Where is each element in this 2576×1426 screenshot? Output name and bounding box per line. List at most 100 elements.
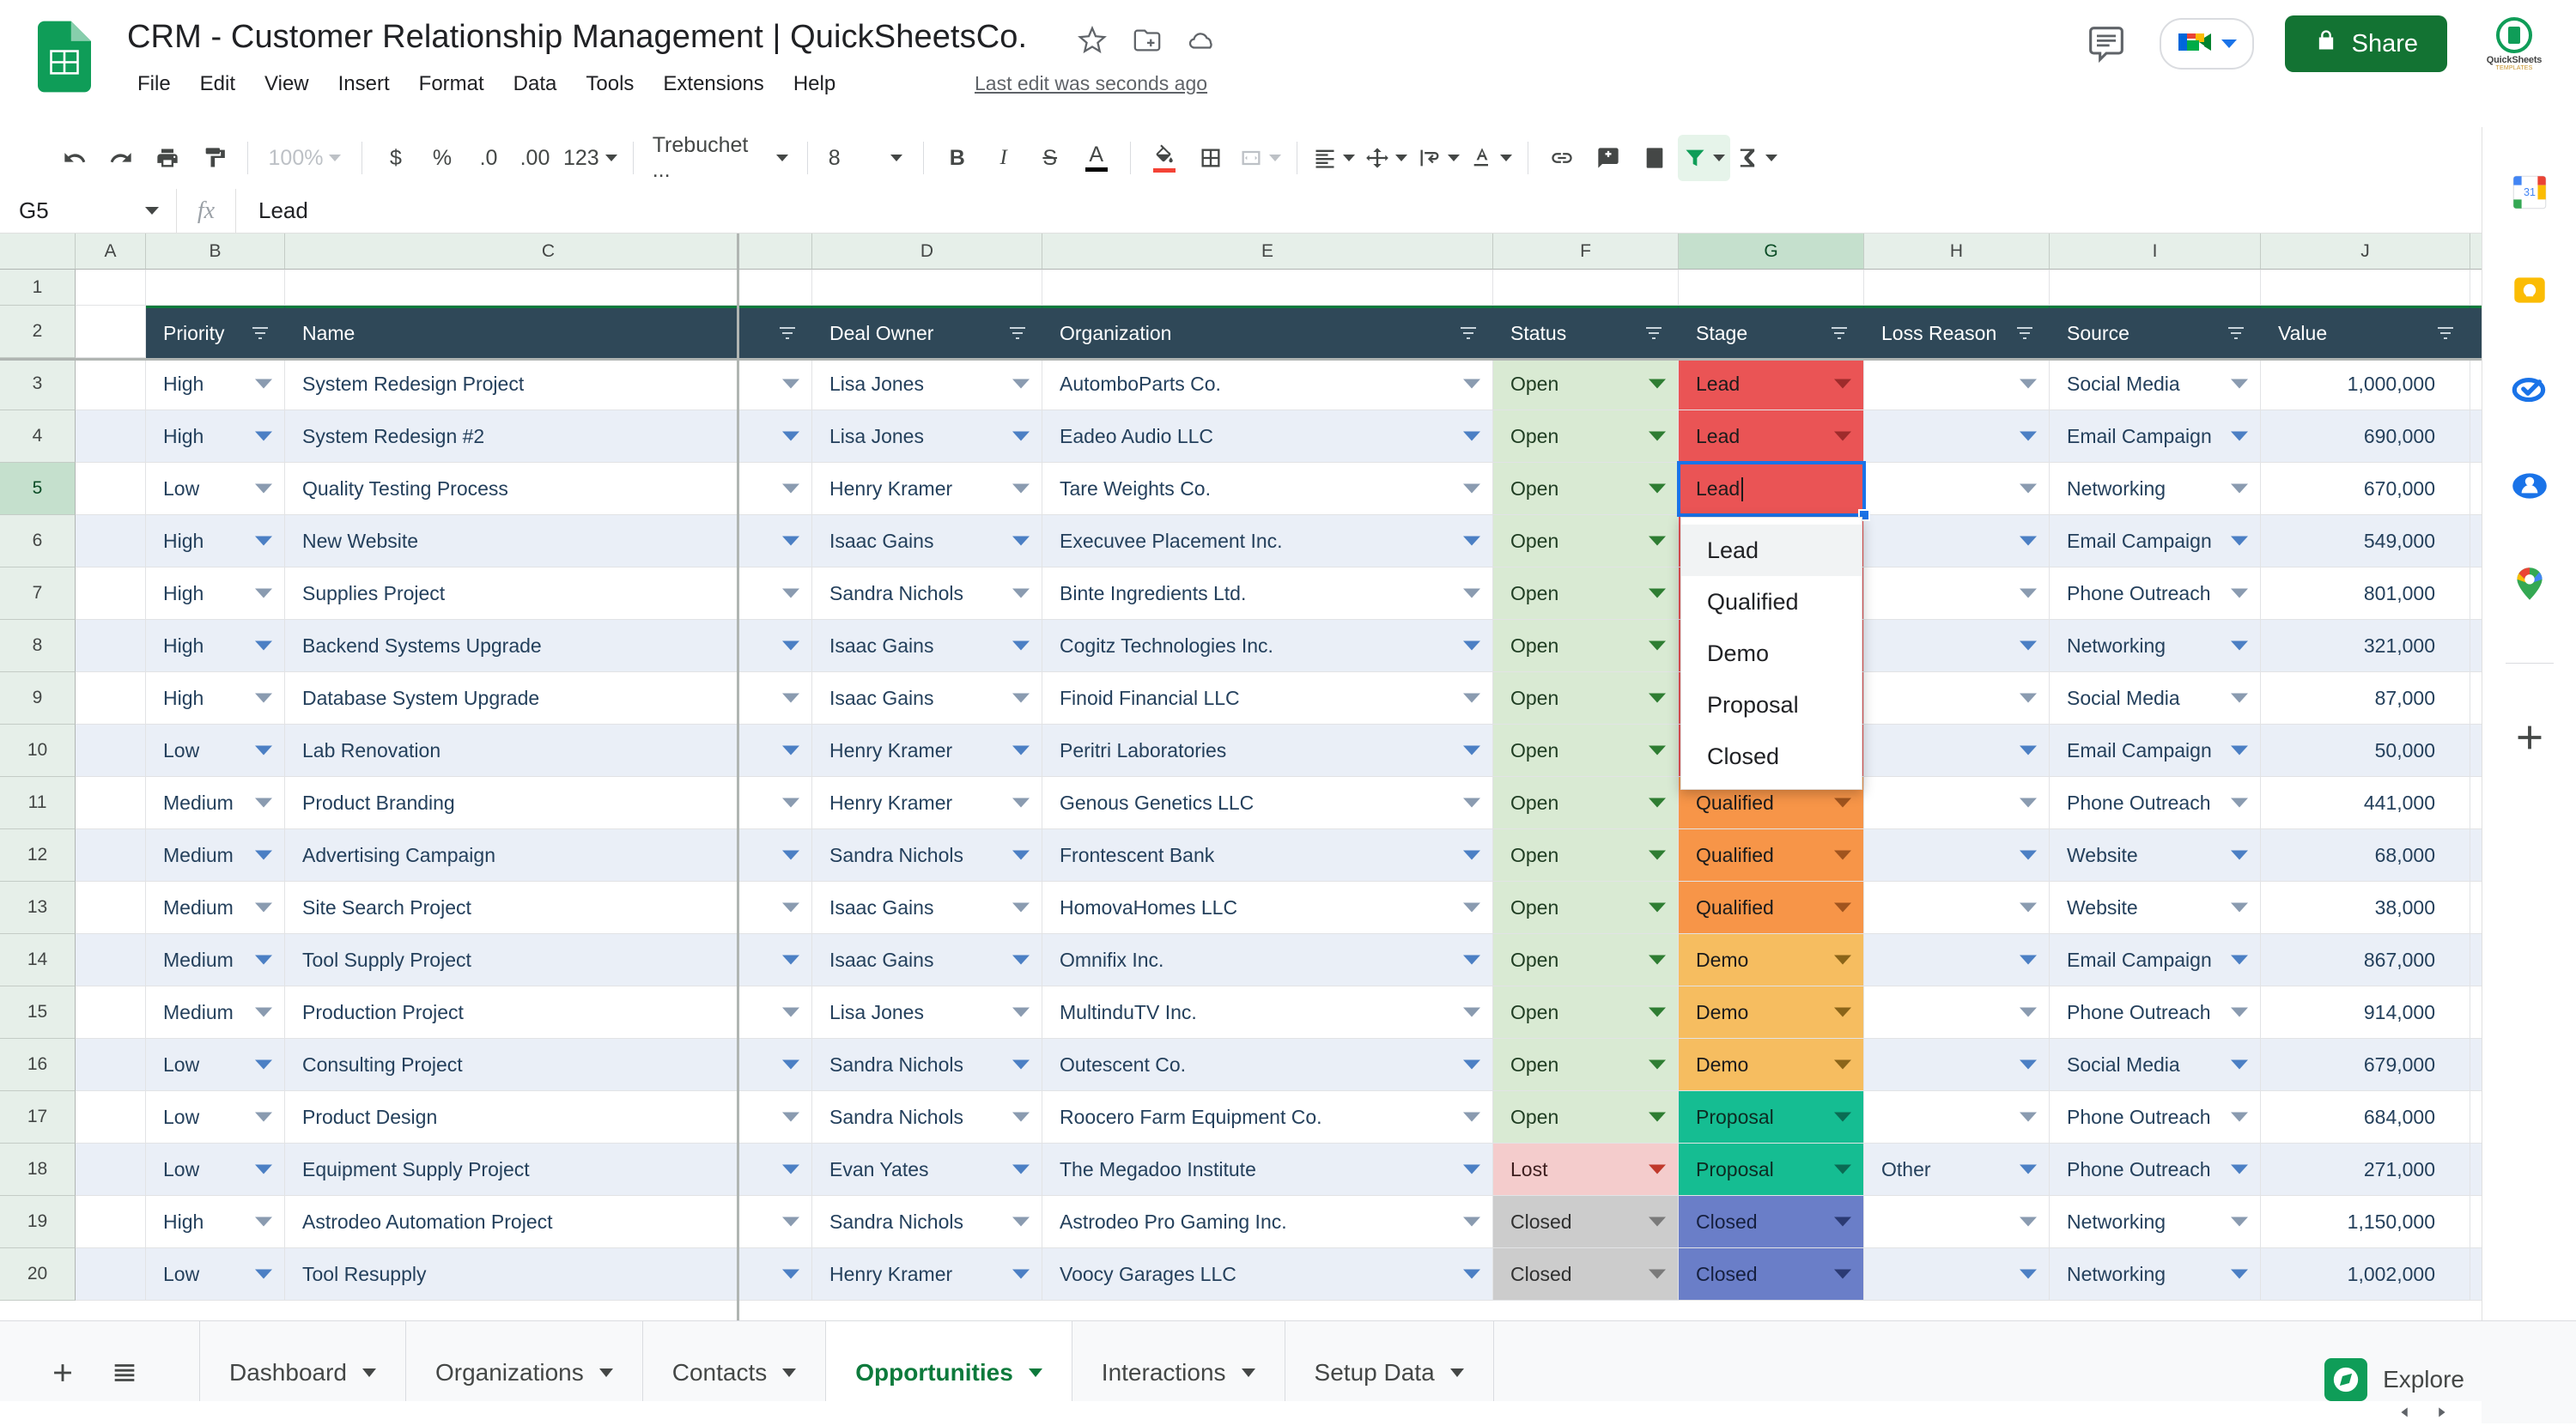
cell-empty[interactable] xyxy=(76,358,146,410)
cell-dropdown-arrow-icon[interactable] xyxy=(2020,432,2037,441)
cell-dropdown-arrow-icon[interactable] xyxy=(1649,1060,1666,1070)
cell-probability[interactable] xyxy=(2470,1091,2482,1144)
cell-dropdown-arrow-icon[interactable] xyxy=(782,903,799,913)
cell-loss-reason[interactable] xyxy=(1864,882,2050,934)
cell-dropdown-arrow-icon[interactable] xyxy=(1834,1008,1851,1017)
cell-status[interactable]: Open xyxy=(1493,777,1679,829)
cell-source[interactable]: Networking xyxy=(2050,620,2261,672)
menu-edit[interactable]: Edit xyxy=(185,67,250,101)
cell-loss-reason[interactable] xyxy=(1864,829,2050,882)
cell-dropdown-arrow-icon[interactable] xyxy=(2231,1217,2248,1227)
menu-file[interactable]: File xyxy=(127,67,185,101)
cell-value[interactable]: 684,000 xyxy=(2261,1091,2470,1144)
cell-dropdown-arrow-icon[interactable] xyxy=(782,956,799,965)
cell-empty[interactable] xyxy=(76,934,146,986)
filter-icon[interactable] xyxy=(1829,323,1850,343)
comment-history-icon[interactable] xyxy=(2087,25,2125,63)
cell-dropdown-arrow-icon[interactable] xyxy=(2020,484,2037,494)
cell-organization[interactable]: AutomboParts Co. xyxy=(1042,358,1493,410)
cell-status[interactable]: Open xyxy=(1493,358,1679,410)
cell-name[interactable]: Advertising Campaign xyxy=(285,829,812,882)
cell-stage[interactable]: Demo xyxy=(1679,934,1864,986)
cell-loss-reason[interactable] xyxy=(1864,1039,2050,1091)
cell-value[interactable]: 867,000 xyxy=(2261,934,2470,986)
cell-empty[interactable] xyxy=(76,1248,146,1301)
text-rotation-button[interactable] xyxy=(1465,135,1517,181)
cell-organization[interactable]: Tare Weights Co. xyxy=(1042,463,1493,515)
cell-priority[interactable]: Low xyxy=(146,1039,285,1091)
cell-status[interactable]: Open xyxy=(1493,1091,1679,1144)
currency-format-button[interactable]: $ xyxy=(373,135,419,181)
row-header-14[interactable]: 14 xyxy=(0,934,76,986)
cell-priority[interactable]: High xyxy=(146,358,285,410)
filter-icon[interactable] xyxy=(1007,323,1028,343)
cell-value[interactable]: 1,002,000 xyxy=(2261,1248,2470,1301)
cell-probability[interactable] xyxy=(2470,1039,2482,1091)
cell-organization[interactable]: Roocero Farm Equipment Co. xyxy=(1042,1091,1493,1144)
row-header-13[interactable]: 13 xyxy=(0,882,76,934)
cell-dropdown-arrow-icon[interactable] xyxy=(782,1270,799,1279)
cell-dropdown-arrow-icon[interactable] xyxy=(1012,432,1030,441)
menu-view[interactable]: View xyxy=(250,67,324,101)
cell-dropdown-arrow-icon[interactable] xyxy=(1463,484,1480,494)
cell-dropdown-arrow-icon[interactable] xyxy=(2020,1217,2037,1227)
cell-dropdown-arrow-icon[interactable] xyxy=(1649,1113,1666,1122)
chevron-down-icon[interactable] xyxy=(362,1368,376,1377)
cell-priority[interactable]: High xyxy=(146,620,285,672)
strikethrough-button[interactable]: S xyxy=(1027,135,1073,181)
dropdown-option-proposal[interactable]: Proposal xyxy=(1681,679,1862,731)
cell-dropdown-arrow-icon[interactable] xyxy=(1649,379,1666,389)
cell-dropdown-arrow-icon[interactable] xyxy=(2020,694,2037,703)
cell-dropdown-arrow-icon[interactable] xyxy=(2020,1165,2037,1174)
cell-dropdown-arrow-icon[interactable] xyxy=(1463,1165,1480,1174)
cell-dropdown-arrow-icon[interactable] xyxy=(1463,1217,1480,1227)
cell-dropdown-arrow-icon[interactable] xyxy=(2231,641,2248,651)
chevron-down-icon[interactable] xyxy=(599,1368,613,1377)
cell-organization[interactable]: The Megadoo Institute xyxy=(1042,1144,1493,1196)
italic-button[interactable]: I xyxy=(981,135,1027,181)
cell-empty[interactable] xyxy=(1679,270,1864,306)
cell-organization[interactable]: Binte Ingredients Ltd. xyxy=(1042,567,1493,620)
cell-dropdown-arrow-icon[interactable] xyxy=(1649,903,1666,913)
cell-source[interactable]: Social Media xyxy=(2050,672,2261,725)
row-header-20[interactable]: 20 xyxy=(0,1248,76,1301)
cell-name[interactable]: Astrodeo Automation Project xyxy=(285,1196,812,1248)
cell-dropdown-arrow-icon[interactable] xyxy=(1012,851,1030,860)
cell-priority[interactable]: Low xyxy=(146,463,285,515)
column-header-I[interactable]: I xyxy=(2050,234,2261,270)
cell-status[interactable]: Open xyxy=(1493,934,1679,986)
cell-name[interactable]: Quality Testing Process xyxy=(285,463,812,515)
cell-dropdown-arrow-icon[interactable] xyxy=(1649,537,1666,546)
cell-stage[interactable]: Closed xyxy=(1679,1196,1864,1248)
cell-dropdown-arrow-icon[interactable] xyxy=(2231,956,2248,965)
cell-dropdown-arrow-icon[interactable] xyxy=(1463,641,1480,651)
cell-dropdown-arrow-icon[interactable] xyxy=(2231,537,2248,546)
cell-empty[interactable] xyxy=(76,777,146,829)
cell-value[interactable]: 50,000 xyxy=(2261,725,2470,777)
select-all-corner[interactable] xyxy=(0,234,76,270)
cell-dropdown-arrow-icon[interactable] xyxy=(1834,432,1851,441)
filter-icon[interactable] xyxy=(250,323,270,343)
column-header-G[interactable]: G xyxy=(1679,234,1864,270)
cell-dropdown-arrow-icon[interactable] xyxy=(1463,1270,1480,1279)
menu-format[interactable]: Format xyxy=(404,67,499,101)
cell-dropdown-arrow-icon[interactable] xyxy=(1834,956,1851,965)
cell-dropdown-arrow-icon[interactable] xyxy=(255,1060,272,1070)
cell-value[interactable]: 1,000,000 xyxy=(2261,358,2470,410)
cell-dropdown-arrow-icon[interactable] xyxy=(1012,1113,1030,1122)
star-icon[interactable] xyxy=(1078,26,1107,55)
cell-dropdown-arrow-icon[interactable] xyxy=(782,484,799,494)
cell-empty[interactable] xyxy=(2050,270,2261,306)
cell-empty[interactable] xyxy=(76,270,146,306)
cell-dropdown-arrow-icon[interactable] xyxy=(1463,432,1480,441)
cell-empty[interactable] xyxy=(1042,270,1493,306)
column-header-B[interactable]: B xyxy=(146,234,285,270)
cell-probability[interactable] xyxy=(2470,986,2482,1039)
cell-dropdown-arrow-icon[interactable] xyxy=(255,432,272,441)
add-addon-icon[interactable] xyxy=(2506,713,2554,762)
document-title[interactable]: CRM - Customer Relationship Management |… xyxy=(127,19,1027,56)
cell-empty[interactable] xyxy=(76,567,146,620)
cell-deal-owner[interactable]: Sandra Nichols xyxy=(812,829,1042,882)
redo-icon[interactable] xyxy=(98,135,144,181)
cell-name[interactable]: Product Branding xyxy=(285,777,812,829)
